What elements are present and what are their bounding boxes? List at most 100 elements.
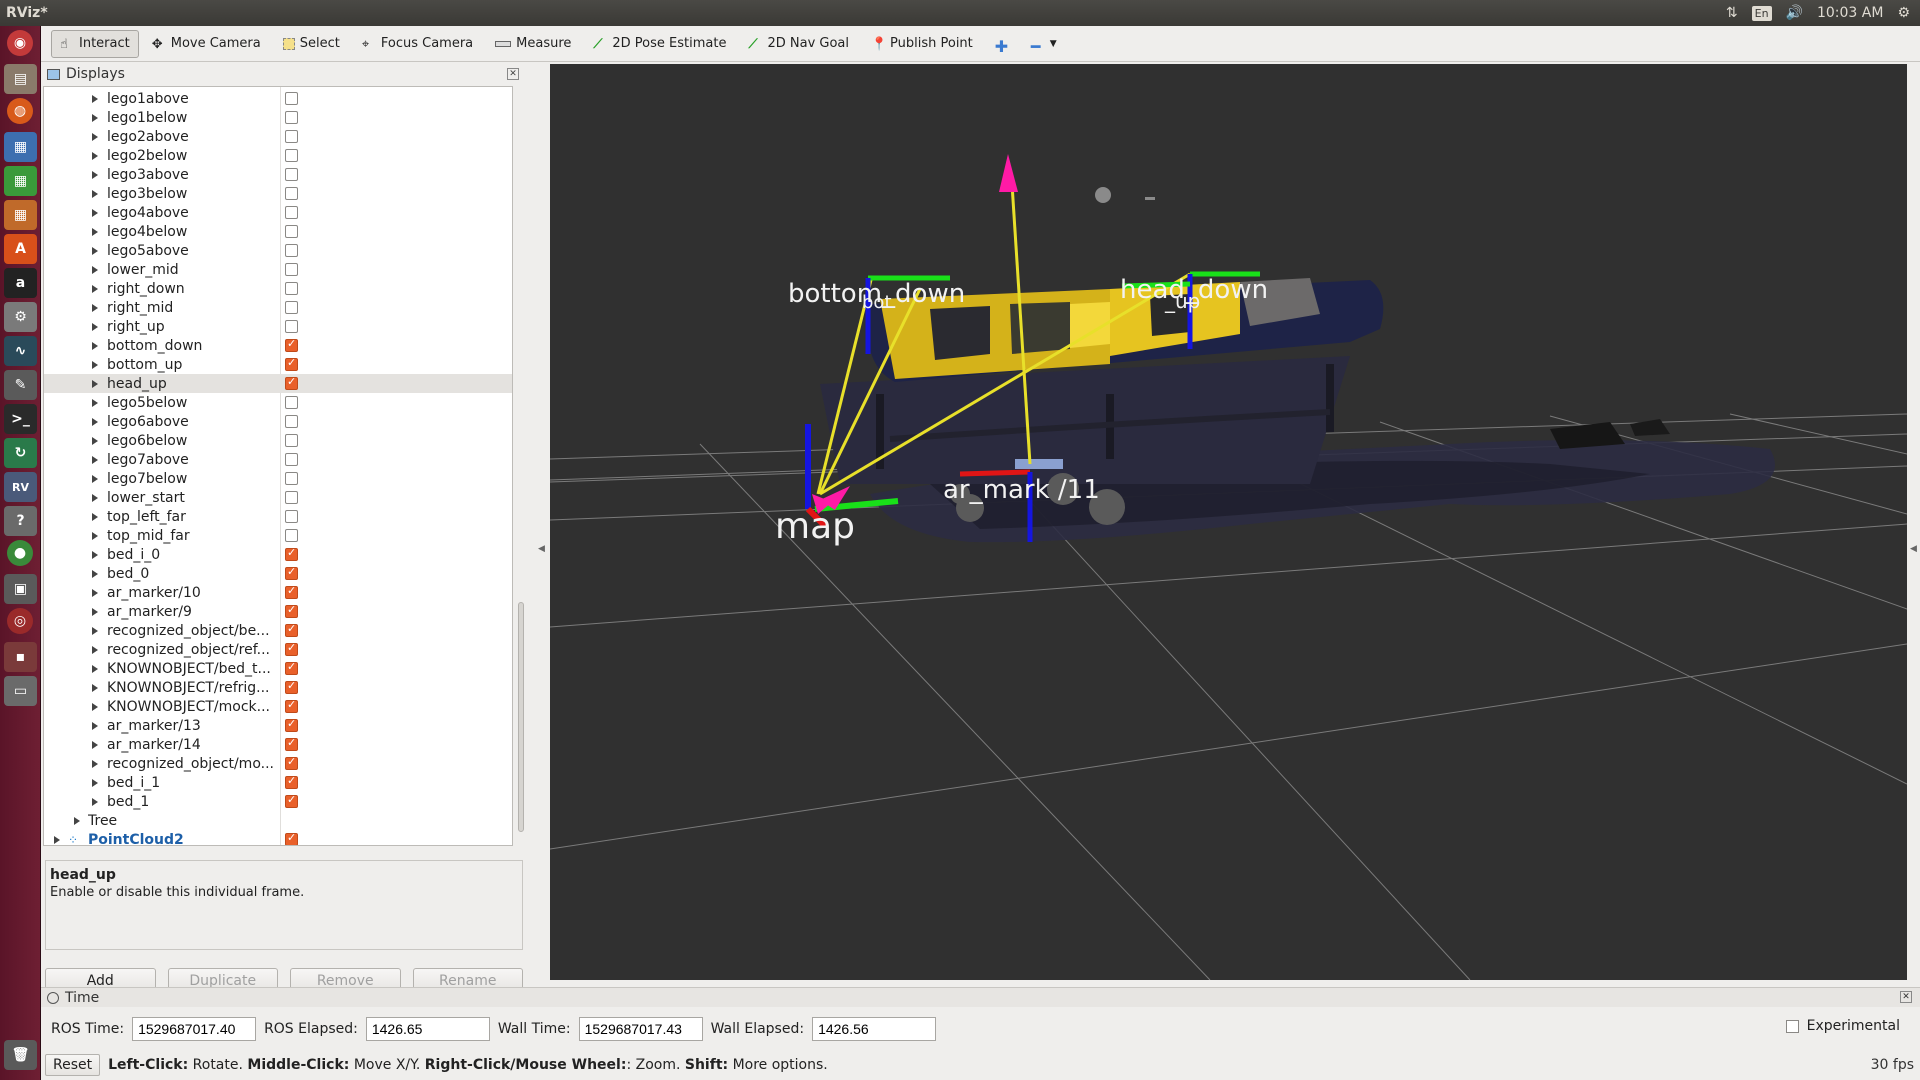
dash-home-icon[interactable]: ◉: [7, 30, 33, 56]
display-item[interactable]: lego3above: [44, 165, 512, 184]
display-item-checkbox[interactable]: [285, 282, 298, 295]
experimental-checkbox[interactable]: [1785, 1019, 1799, 1033]
display-item[interactable]: lego3below: [44, 184, 512, 203]
expand-arrow-icon[interactable]: [92, 151, 98, 160]
display-item-checkbox[interactable]: [285, 584, 298, 599]
display-item-checkbox[interactable]: [285, 301, 298, 314]
display-item[interactable]: lego2below: [44, 146, 512, 165]
expand-arrow-icon[interactable]: [92, 550, 98, 559]
expand-arrow-icon[interactable]: [92, 455, 98, 464]
pointcloud-item[interactable]: ⁘ PointCloud2: [44, 830, 512, 845]
display-item-checkbox[interactable]: [285, 679, 298, 694]
tool-publish-point[interactable]: 📍 Publish Point: [862, 30, 982, 58]
close-icon[interactable]: ✕: [507, 68, 519, 80]
display-item[interactable]: lower_mid: [44, 260, 512, 279]
tool-2d-nav-goal[interactable]: ⟋ 2D Nav Goal: [739, 30, 858, 58]
display-item-checkbox[interactable]: [285, 320, 298, 333]
display-item-checkbox[interactable]: [285, 92, 298, 105]
tool-measure[interactable]: Measure: [486, 30, 580, 58]
display-item-checkbox[interactable]: [285, 622, 298, 637]
expand-arrow-icon[interactable]: [92, 246, 98, 255]
display-item[interactable]: lego5below: [44, 393, 512, 412]
text-editor-icon[interactable]: ✎: [4, 370, 37, 400]
workspace-icon[interactable]: ▪: [4, 642, 37, 672]
panel-collapse-handle[interactable]: ◀: [535, 64, 547, 980]
tool-select[interactable]: Select: [274, 30, 349, 58]
display-item[interactable]: KNOWNOBJECT/bed_t...: [44, 659, 512, 678]
trash-icon[interactable]: 🗑: [4, 1040, 37, 1070]
display-item-checkbox[interactable]: [285, 244, 298, 257]
view-right-handle[interactable]: ◀: [1909, 64, 1919, 980]
expand-arrow-icon[interactable]: [92, 626, 98, 635]
display-item[interactable]: top_left_far: [44, 507, 512, 526]
keyboard-layout-indicator[interactable]: En: [1751, 5, 1772, 21]
files-icon[interactable]: ▤: [4, 64, 37, 94]
display-item[interactable]: top_mid_far: [44, 526, 512, 545]
display-item[interactable]: lego2above: [44, 127, 512, 146]
expand-arrow-icon[interactable]: [92, 265, 98, 274]
expand-arrow-icon[interactable]: [92, 493, 98, 502]
expand-arrow-icon[interactable]: [92, 645, 98, 654]
expand-arrow-icon[interactable]: [92, 208, 98, 217]
expand-arrow-icon[interactable]: [92, 607, 98, 616]
wall-time-field[interactable]: [578, 1017, 703, 1041]
expand-arrow-icon[interactable]: [92, 113, 98, 122]
display-item-checkbox[interactable]: [285, 375, 298, 390]
settings-gear-icon[interactable]: ⚙: [1897, 5, 1910, 21]
display-item-checkbox[interactable]: [285, 415, 298, 428]
app-icon[interactable]: ◎: [7, 608, 33, 634]
displays-scrollbar[interactable]: [517, 86, 525, 846]
impress-icon[interactable]: ▦: [4, 200, 37, 230]
display-item-checkbox[interactable]: [285, 168, 298, 181]
drive-icon[interactable]: ▭: [4, 676, 37, 706]
ros-elapsed-field[interactable]: [365, 1017, 490, 1041]
terminal-icon[interactable]: >_: [4, 404, 37, 434]
wall-elapsed-field[interactable]: [812, 1017, 937, 1041]
display-item[interactable]: right_up: [44, 317, 512, 336]
expand-arrow-icon[interactable]: [92, 417, 98, 426]
expand-arrow-icon[interactable]: [92, 759, 98, 768]
expand-arrow-icon[interactable]: [92, 512, 98, 521]
expand-arrow-icon[interactable]: [92, 664, 98, 673]
tree-item[interactable]: Tree: [44, 811, 512, 830]
display-item[interactable]: right_down: [44, 279, 512, 298]
expand-arrow-icon[interactable]: [92, 227, 98, 236]
display-item-checkbox[interactable]: [285, 472, 298, 485]
display-item[interactable]: KNOWNOBJECT/mock...: [44, 697, 512, 716]
display-item-checkbox[interactable]: [285, 529, 298, 542]
expand-arrow-icon[interactable]: [92, 797, 98, 806]
scrollbar-thumb[interactable]: [518, 602, 524, 832]
display-item[interactable]: bed_0: [44, 564, 512, 583]
display-item[interactable]: bed_1: [44, 792, 512, 811]
display-item-checkbox[interactable]: [285, 641, 298, 656]
display-item[interactable]: lego7above: [44, 450, 512, 469]
system-settings-icon[interactable]: ⚙: [4, 302, 37, 332]
amazon-icon[interactable]: a: [4, 268, 37, 298]
expand-arrow-icon[interactable]: [92, 284, 98, 293]
update-icon[interactable]: ↻: [4, 438, 37, 468]
expand-arrow-icon[interactable]: [92, 588, 98, 597]
displays-tree[interactable]: lego1above lego1below lego2above lego2below…: [43, 86, 513, 846]
expand-arrow-icon[interactable]: [92, 360, 98, 369]
display-item[interactable]: recognized_object/ref...: [44, 640, 512, 659]
display-item[interactable]: lego1below: [44, 108, 512, 127]
render-3d-view[interactable]: bottom_down head_down _up bot ar_mark /1…: [550, 64, 1907, 980]
add-tool-button[interactable]: ✚: [986, 30, 1018, 58]
display-item-checkbox[interactable]: [285, 111, 298, 124]
help-icon[interactable]: ?: [4, 506, 37, 536]
network-icon[interactable]: ⇅: [1726, 5, 1738, 21]
expand-arrow-icon[interactable]: [92, 683, 98, 692]
display-item-checkbox[interactable]: [285, 793, 298, 808]
pointcloud-checkbox[interactable]: [285, 831, 298, 845]
display-item-checkbox[interactable]: [285, 149, 298, 162]
display-item-checkbox[interactable]: [285, 225, 298, 238]
display-item[interactable]: ar_marker/10: [44, 583, 512, 602]
expand-arrow-icon[interactable]: [92, 341, 98, 350]
display-item[interactable]: head_up: [44, 374, 512, 393]
expand-arrow-icon[interactable]: [92, 398, 98, 407]
display-item[interactable]: ar_marker/13: [44, 716, 512, 735]
display-item-checkbox[interactable]: [285, 717, 298, 732]
ros-time-field[interactable]: [132, 1017, 257, 1041]
display-item[interactable]: right_mid: [44, 298, 512, 317]
rviz-icon[interactable]: RV: [4, 472, 37, 502]
